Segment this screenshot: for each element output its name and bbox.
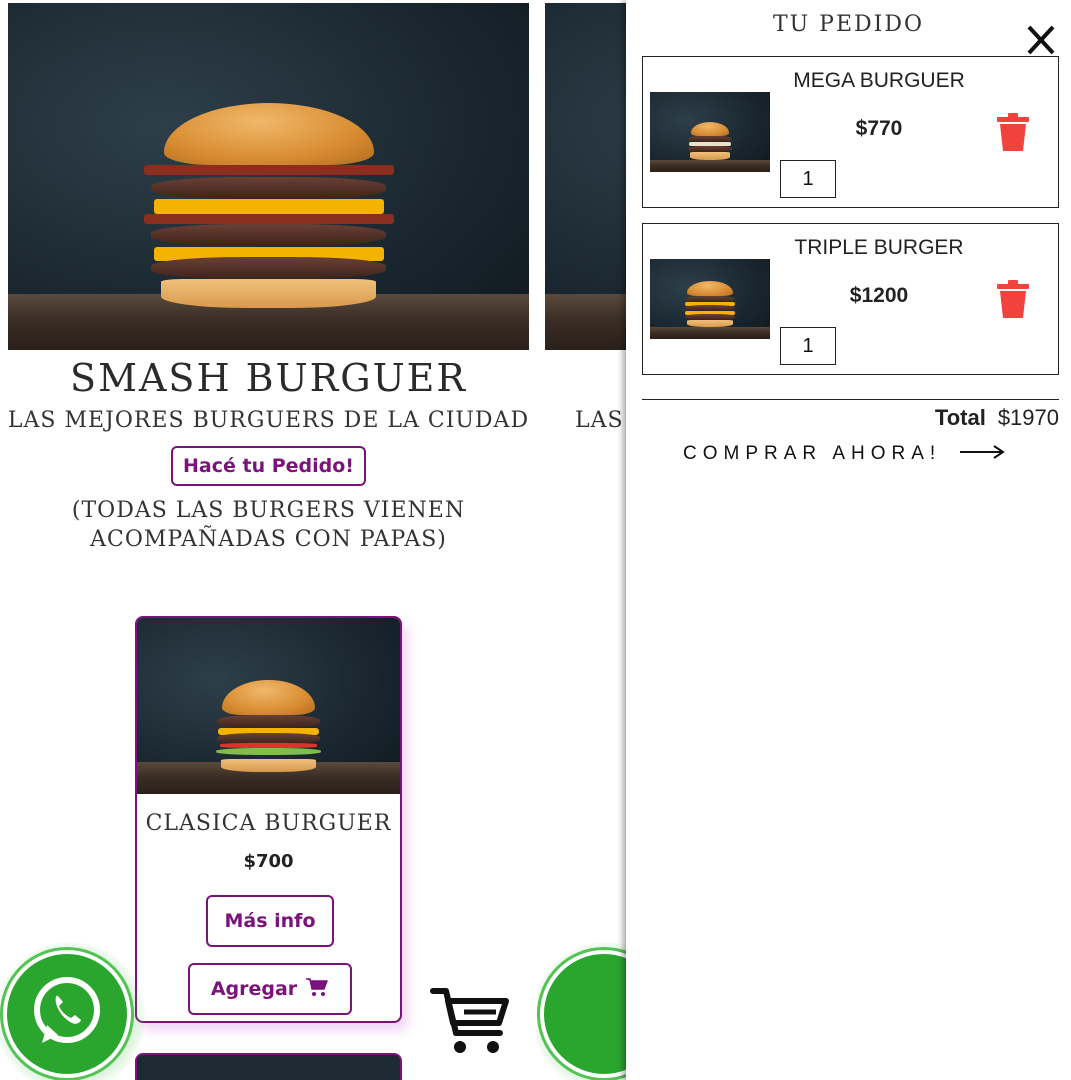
order-now-button[interactable]: Hacé tu Pedido!	[171, 446, 366, 486]
cart-item-quantity[interactable]: 1	[780, 160, 836, 198]
whatsapp-button[interactable]	[0, 942, 145, 1080]
cart-item: TRIPLE BURGER $1200 1	[642, 223, 1059, 375]
site-subtitle: LAS MEJORES BURGUERS DE LA CIUDAD	[7, 408, 530, 433]
product-price: $700	[243, 851, 294, 872]
cart-item-image	[650, 259, 770, 339]
cart-icon[interactable]	[430, 985, 512, 1061]
cart-divider	[642, 399, 1059, 400]
main-page-left: SMASH BURGUER LAS MEJORES BURGUERS DE LA…	[0, 0, 537, 1080]
product-image	[137, 618, 400, 794]
add-to-cart-button[interactable]: Agregar	[188, 963, 352, 1015]
product-name: CLASICA BURGUER	[145, 811, 392, 836]
cart-total: Total $1970	[935, 405, 1059, 431]
total-value: $1970	[997, 405, 1059, 430]
total-label: Total	[934, 405, 986, 430]
cart-item-price: $1200	[849, 284, 909, 307]
checkout-button[interactable]: COMPRAR AHORA!	[683, 443, 1006, 465]
fries-note-line1: (TODAS LAS BURGERS VIENEN	[71, 498, 466, 523]
cart-small-icon	[305, 977, 329, 1002]
arrow-right-icon	[959, 444, 1006, 464]
cart-item: MEGA BURGUER $770 1	[642, 56, 1059, 208]
cart-drawer: TU PEDIDO MEGA BURGUER $770 1 TRIPLE BUR…	[626, 0, 1071, 1080]
product-card: CLASICA BURGUER $700 Más info Agregar	[135, 616, 402, 1023]
trash-icon[interactable]	[996, 112, 1030, 156]
cart-title: TU PEDIDO	[772, 12, 925, 37]
hero-burger-image	[8, 3, 529, 350]
whatsapp-icon	[28, 973, 106, 1055]
cart-item-quantity[interactable]: 1	[780, 327, 836, 365]
cart-item-image	[650, 92, 770, 172]
next-product-card	[135, 1053, 402, 1080]
trash-icon[interactable]	[996, 279, 1030, 323]
more-info-button[interactable]: Más info	[206, 895, 334, 947]
cart-item-name: MEGA BURGUER	[793, 69, 965, 92]
cart-item-price: $770	[855, 117, 903, 140]
fries-note-line2: ACOMPAÑADAS CON PAPAS)	[90, 527, 447, 552]
cart-item-name: TRIPLE BURGER	[794, 236, 964, 259]
close-icon[interactable]	[1026, 24, 1056, 60]
add-to-cart-label: Agregar	[210, 978, 298, 1000]
checkout-label: COMPRAR AHORA!	[683, 443, 942, 464]
site-title: SMASH BURGUER	[70, 356, 467, 400]
